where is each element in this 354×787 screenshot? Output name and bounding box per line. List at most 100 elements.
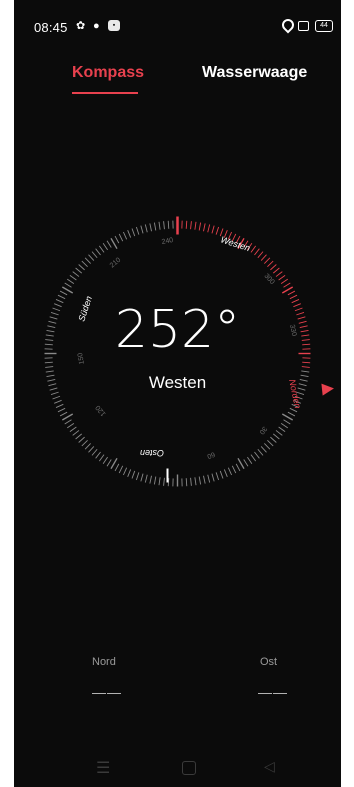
compass-tick — [106, 459, 112, 467]
compass-tick — [207, 224, 211, 233]
compass-tick — [54, 399, 62, 404]
dial-degree-210: 210 — [109, 257, 123, 270]
compass-tick — [144, 474, 148, 483]
compass-tick — [158, 221, 161, 230]
compass-tick — [95, 248, 101, 256]
dial-degree-120: 120 — [95, 404, 108, 418]
compass-tick — [127, 469, 132, 477]
compass-tick — [283, 419, 291, 425]
compass-tick — [45, 366, 54, 368]
compass-tick — [280, 423, 289, 429]
compass-tick — [106, 240, 112, 248]
compass-tick — [281, 413, 294, 421]
compass-tick — [110, 457, 118, 470]
compass-tick — [98, 245, 105, 253]
compass-tick — [78, 264, 85, 271]
compass-tick — [185, 478, 188, 487]
compass-tick — [267, 440, 274, 447]
compass-tick — [81, 440, 88, 447]
ost-label: Ost — [260, 656, 278, 668]
compass-tick — [275, 430, 283, 436]
compass-tick — [257, 448, 264, 456]
compass-tick — [254, 248, 260, 256]
compass-tick — [69, 274, 77, 281]
compass-tick — [118, 233, 124, 242]
compass-tick — [270, 264, 277, 271]
compass-tick — [64, 282, 72, 288]
compass-tick — [267, 260, 274, 267]
dial-degree-60: 60 — [206, 450, 216, 459]
compass-tick — [110, 237, 118, 250]
compass-tick — [254, 451, 260, 459]
compass-tick — [163, 477, 165, 486]
compass-tick — [203, 475, 206, 484]
compass-tick — [215, 226, 220, 235]
compass-tick — [260, 254, 267, 261]
compass-tick — [149, 223, 152, 232]
tab-kompass[interactable]: Kompass — [72, 64, 144, 82]
back-icon[interactable]: ◁ — [264, 758, 275, 775]
compass-tick — [149, 475, 152, 484]
dial-degree-300: 300 — [263, 273, 276, 286]
compass-tick — [167, 220, 170, 229]
compass-tick — [78, 436, 85, 443]
compass-tick — [289, 294, 298, 300]
compass-tick — [45, 370, 54, 373]
compass-tick — [140, 225, 144, 234]
compass-tick — [231, 465, 237, 474]
compass-tick — [81, 260, 88, 267]
compass-tick — [88, 446, 95, 453]
compass-tick — [272, 433, 280, 440]
compass-tick — [72, 430, 80, 436]
dial-degree-30: 30 — [258, 425, 268, 436]
compass-tick — [278, 426, 286, 433]
compass-tick — [287, 290, 296, 296]
location-icon — [279, 16, 297, 34]
compass-tick — [194, 221, 197, 230]
compass-tick — [102, 456, 108, 465]
compass-tick — [243, 459, 249, 467]
compass-tick — [64, 419, 72, 425]
compass-tick — [127, 230, 132, 238]
status-bar: 08:45 ✿ ● ▪ 44 — [14, 0, 341, 56]
nord-value: —— — [92, 684, 122, 700]
home-icon[interactable] — [182, 761, 196, 775]
compass-tick — [153, 222, 157, 231]
compass-tick — [270, 436, 277, 443]
compass-tick — [91, 448, 98, 456]
compass-tick — [158, 477, 161, 486]
battery-icon: 44 — [315, 20, 333, 32]
tab-wasserwaage[interactable]: Wasserwaage — [202, 64, 307, 82]
compass-tick — [190, 221, 192, 230]
compass-tick — [287, 411, 296, 417]
compass-tick — [122, 467, 128, 476]
notification-app-icon: ▪ — [108, 20, 120, 31]
compass-tick — [211, 225, 215, 234]
compass-tick — [91, 251, 98, 259]
screen-cast-icon — [298, 21, 309, 31]
compass-tick — [95, 451, 101, 459]
compass-tick — [153, 476, 157, 485]
compass-tick — [84, 443, 91, 450]
compass-tick — [66, 278, 75, 284]
compass-tick — [55, 403, 64, 409]
compass-tick — [69, 426, 77, 433]
compass-tick — [227, 467, 233, 476]
active-tab-indicator — [72, 92, 138, 94]
compass-tick — [140, 473, 144, 482]
compass-tick — [257, 251, 264, 259]
compass-tick — [61, 413, 74, 421]
menu-icon[interactable]: ☰ — [96, 758, 110, 778]
compass-tick — [283, 282, 291, 288]
compass-tick — [57, 294, 66, 300]
compass-tick — [278, 274, 286, 281]
compass-tick — [144, 224, 148, 233]
compass-tick — [250, 245, 257, 253]
compass-tick — [88, 254, 95, 261]
compass-tick — [198, 476, 202, 485]
status-time: 08:45 — [34, 20, 68, 35]
compass-tick — [84, 257, 91, 264]
compass-tick — [185, 220, 188, 229]
compass-tick — [275, 271, 283, 277]
compass-tick — [59, 290, 68, 296]
